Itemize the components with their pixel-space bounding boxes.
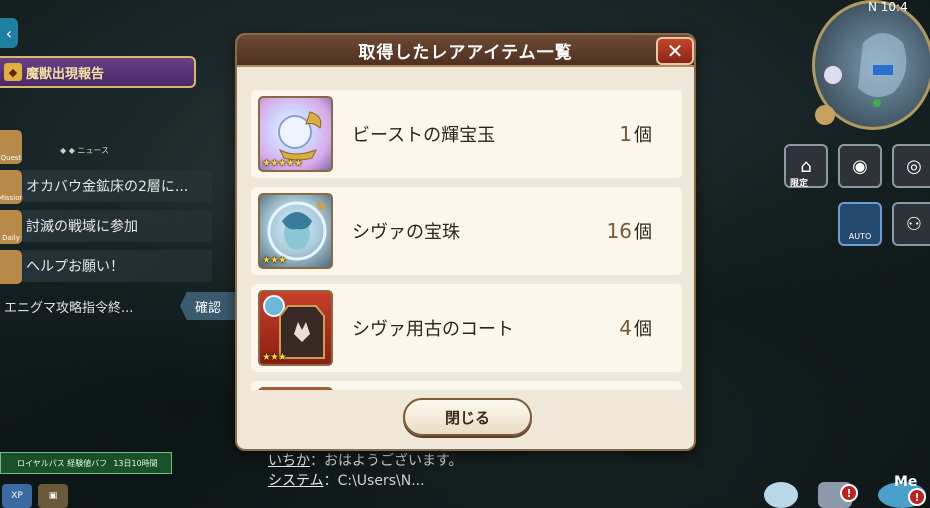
tab-daily[interactable]: Daily [0, 210, 22, 244]
minimap-marks [815, 33, 907, 125]
rarity-stars: ★★★★★ [262, 158, 303, 169]
npc-marker-icon [873, 99, 881, 107]
list-item[interactable]: ★★★ シヴァ用古のコート 4個 [251, 284, 682, 372]
chat-line: システム：C:\Users\N... [268, 470, 425, 490]
royal-pass-time: 13日10時間 [113, 458, 158, 468]
dialog-header: 取得したレアアイテム一覧 [237, 35, 694, 67]
auto-label: AUTO [848, 232, 872, 241]
rare-items-dialog: 取得したレアアイテム一覧 ✕ ★★★★★ ビーストの輝宝玉 1個 ★★★ シヴァ… [235, 33, 696, 451]
chevron-left-icon: ‹ [5, 23, 13, 43]
quest-item[interactable]: ヘルプお願い！ [22, 250, 212, 282]
xp-button[interactable]: XP [2, 484, 32, 508]
beast-report-banner[interactable]: ◆ 魔獣出現報告 [0, 56, 196, 88]
map-pet-icon [815, 105, 835, 125]
tab-mission[interactable]: Mission [0, 170, 24, 204]
hat-icon: ⌂ [800, 155, 812, 177]
coat-icon: ★★★ [258, 290, 333, 366]
item-quantity: 1個 [619, 122, 652, 146]
list-item[interactable]: ★★★★★ ビーストの輝宝玉 1個 [251, 90, 682, 178]
close-x-button[interactable]: ✕ [656, 37, 694, 65]
auto-skill-button[interactable]: AUTO [838, 202, 882, 246]
item-name: シヴァ用古のコート [352, 319, 514, 340]
item-quantity: 16 個 [606, 219, 652, 243]
camera-button[interactable]: ◉ [838, 144, 882, 188]
limited-label: 限定 [790, 179, 809, 189]
beast-icon: ◆ [4, 63, 22, 81]
chat-speaker[interactable]: システム [268, 473, 324, 489]
rare-item-list[interactable]: ★★★★★ ビーストの輝宝玉 1個 ★★★ シヴァの宝珠 16 個 ★★★ シヴ… [251, 90, 682, 390]
party-icon: ⚇ [905, 213, 923, 235]
party-button[interactable]: ⚇ [892, 202, 930, 246]
confirm-button[interactable]: 確認 [180, 292, 236, 320]
auto-battle-button[interactable]: ◎ [892, 144, 930, 188]
map-toggle-icon [824, 66, 842, 84]
video-camera-icon: ◉ [852, 155, 868, 177]
news-small-label: ◆ ◆ ニュース [60, 146, 109, 155]
beast-report-label: 魔獣出現報告 [26, 66, 105, 82]
close-icon: ✕ [666, 39, 684, 63]
royal-pass-label: ロイヤルパス 経験値バフ [17, 458, 108, 468]
clock-readout: N 10:4 [868, 0, 908, 14]
item-quantity: 4個 [619, 316, 652, 340]
enigma-notice[interactable]: エニグマ攻略指令終... [0, 291, 180, 321]
quest-item[interactable]: 討滅の戦域に参加 [22, 210, 212, 242]
item-icon [258, 387, 333, 390]
chat-text: ：おはようございます。 [310, 453, 463, 469]
chat-line: いちか：おはようございます。 [268, 450, 463, 470]
player-marker-icon [873, 65, 893, 75]
back-button[interactable]: ‹ [0, 18, 18, 48]
minimap[interactable] [812, 0, 930, 130]
tab-help[interactable] [0, 250, 22, 284]
quest-item[interactable]: オカバウ金鉱床の2層に... [22, 170, 212, 202]
chat-notification-badge: ! [840, 484, 858, 502]
rarity-stars: ★★★ [262, 255, 287, 266]
dialog-title: 取得したレアアイテム一覧 [358, 42, 573, 63]
royal-pass-buff[interactable]: ロイヤルパス 経験値バフ 13日10時間 [0, 452, 172, 474]
tab-quest[interactable]: Quest [0, 130, 22, 164]
auto-icon: ◎ [906, 155, 922, 177]
close-button[interactable]: 閉じる [403, 398, 532, 436]
item-name: シヴァの宝珠 [352, 222, 460, 243]
gift-icon[interactable]: ▣ [38, 484, 68, 508]
shiva-orb-icon: ★★★ [258, 193, 333, 269]
list-item[interactable]: ★★★ シヴァの宝珠 16 個 [251, 187, 682, 275]
emote-bubble-icon[interactable] [764, 482, 798, 508]
chat-text: ：C:\Users\N... [323, 473, 425, 489]
chat-speaker[interactable]: いちか [268, 453, 310, 469]
me-notification-badge: ! [908, 488, 926, 506]
beast-gem-icon: ★★★★★ [258, 96, 333, 172]
rarity-stars: ★★★ [262, 352, 287, 363]
item-name: ビーストの輝宝玉 [352, 125, 496, 146]
list-item[interactable] [251, 381, 682, 390]
close-button-label: 閉じる [444, 408, 490, 427]
